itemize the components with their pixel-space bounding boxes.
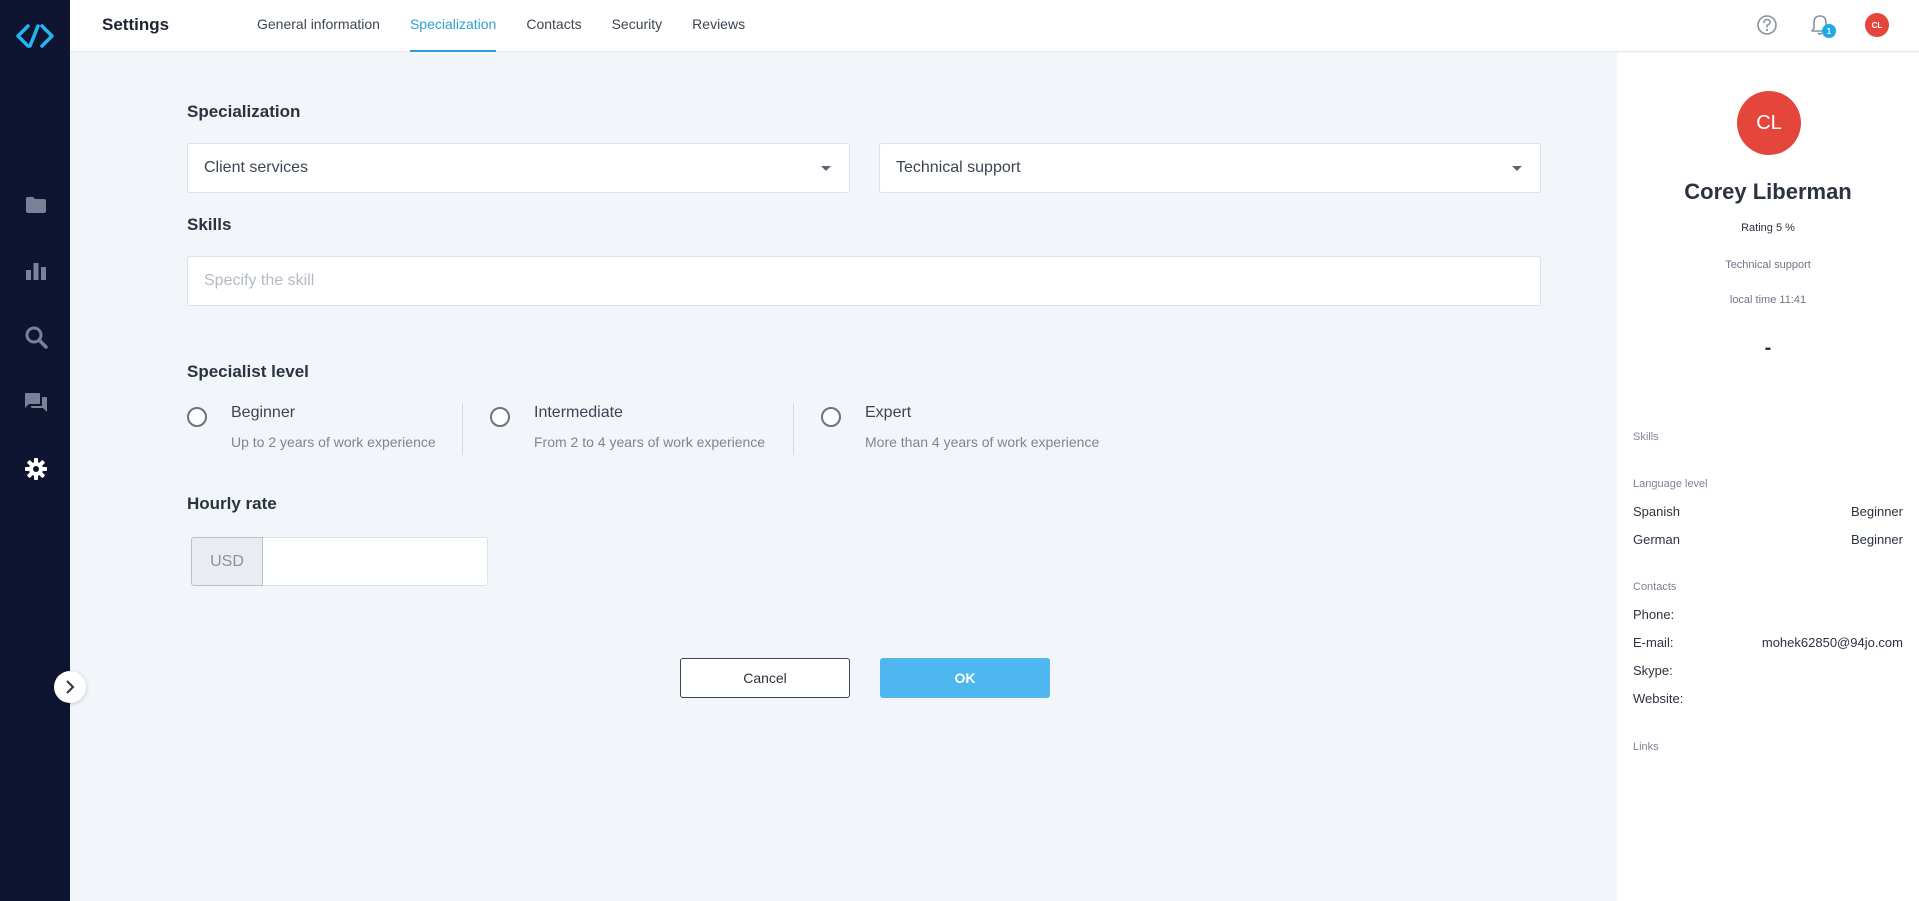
- secondary-specialization-select[interactable]: Technical support: [879, 143, 1541, 193]
- language-row: German Beginner: [1633, 532, 1903, 547]
- tab-reviews[interactable]: Reviews: [692, 0, 745, 52]
- chevron-right-icon: [66, 680, 75, 694]
- tab-security[interactable]: Security: [612, 0, 663, 52]
- profile-local-time: local time 11:41: [1729, 294, 1807, 306]
- app-logo-icon[interactable]: [14, 22, 56, 50]
- language-level: Beginner: [1850, 532, 1903, 547]
- skills-title: Skills: [187, 215, 232, 234]
- language-level: Beginner: [1850, 504, 1903, 519]
- expert-radio[interactable]: [821, 407, 841, 427]
- notification-bell-icon[interactable]: 1: [1807, 12, 1836, 38]
- gear-icon[interactable]: [24, 457, 48, 481]
- contact-label: Website:: [1633, 691, 1684, 706]
- page-title: Settings: [102, 15, 170, 34]
- secondary-specialization-value: Technical support: [896, 159, 1021, 176]
- divider: [462, 403, 463, 455]
- language-level-label: Language level: [1633, 478, 1708, 490]
- contact-label: E-mail:: [1633, 635, 1674, 650]
- profile-panel: CL Corey Liberman Rating 5 % Technical s…: [1617, 53, 1919, 901]
- caret-down-icon: [1512, 166, 1522, 171]
- contact-label: Phone:: [1633, 607, 1675, 622]
- hourly-rate-input[interactable]: [263, 537, 488, 586]
- profile-skills-label: Skills: [1633, 431, 1659, 443]
- cancel-button[interactable]: Cancel: [680, 658, 850, 698]
- specialist-level-title: Specialist level: [187, 362, 309, 381]
- primary-specialization-select[interactable]: Client services: [187, 143, 850, 193]
- hourly-rate-title: Hourly rate: [187, 494, 277, 513]
- search-icon[interactable]: [24, 325, 48, 349]
- intermediate-radio[interactable]: [490, 407, 510, 427]
- profile-avatar: CL: [1737, 91, 1801, 155]
- language-name: Spanish: [1633, 504, 1680, 519]
- level-name: Intermediate: [534, 404, 623, 421]
- contact-row: Phone:: [1633, 607, 1903, 622]
- level-description: More than 4 years of work experience: [865, 434, 1100, 450]
- level-description: Up to 2 years of work experience: [231, 434, 436, 450]
- divider: [793, 403, 794, 455]
- primary-specialization-value: Client services: [204, 159, 309, 176]
- skill-input[interactable]: [187, 256, 1541, 306]
- level-name: Expert: [865, 404, 912, 421]
- contact-row: Website:: [1633, 691, 1903, 706]
- profile-dash: -: [1764, 337, 1772, 359]
- folder-icon[interactable]: [24, 193, 48, 217]
- currency-addon: USD: [191, 537, 263, 586]
- expand-sidebar-button[interactable]: [54, 671, 86, 703]
- chat-icon[interactable]: [24, 391, 48, 415]
- tab-contacts[interactable]: Contacts: [526, 0, 581, 52]
- profile-specialization: Technical support: [1725, 259, 1811, 271]
- profile-rating: Rating 5 %: [1741, 222, 1795, 234]
- caret-down-icon: [821, 166, 831, 171]
- language-name: German: [1633, 532, 1680, 547]
- ok-button[interactable]: OK: [880, 658, 1050, 698]
- notification-count-badge: 1: [1822, 24, 1836, 38]
- specialization-title: Specialization: [187, 102, 301, 121]
- links-label: Links: [1633, 741, 1659, 753]
- profile-name: Corey Liberman: [1684, 179, 1852, 204]
- contact-value[interactable]: mohek62850@94jo.com: [1762, 635, 1903, 650]
- user-avatar[interactable]: CL: [1865, 13, 1889, 37]
- contact-row: E-mail: mohek62850@94jo.com: [1633, 635, 1903, 650]
- tab-specialization[interactable]: Specialization: [409, 0, 497, 52]
- contacts-label: Contacts: [1633, 581, 1677, 593]
- settings-tabs: General information Specialization Conta…: [257, 0, 775, 52]
- help-icon[interactable]: [1754, 12, 1780, 38]
- level-name: Beginner: [231, 404, 296, 421]
- level-description: From 2 to 4 years of work experience: [534, 434, 766, 450]
- language-row: Spanish Beginner: [1633, 504, 1903, 519]
- beginner-radio[interactable]: [187, 407, 207, 427]
- bar-chart-icon[interactable]: [24, 259, 48, 283]
- contact-label: Skype:: [1633, 663, 1673, 678]
- top-header: Settings General information Specializat…: [70, 0, 1919, 52]
- left-sidebar: [0, 0, 70, 901]
- contact-row: Skype:: [1633, 663, 1903, 678]
- tab-general-information[interactable]: General information: [257, 0, 380, 52]
